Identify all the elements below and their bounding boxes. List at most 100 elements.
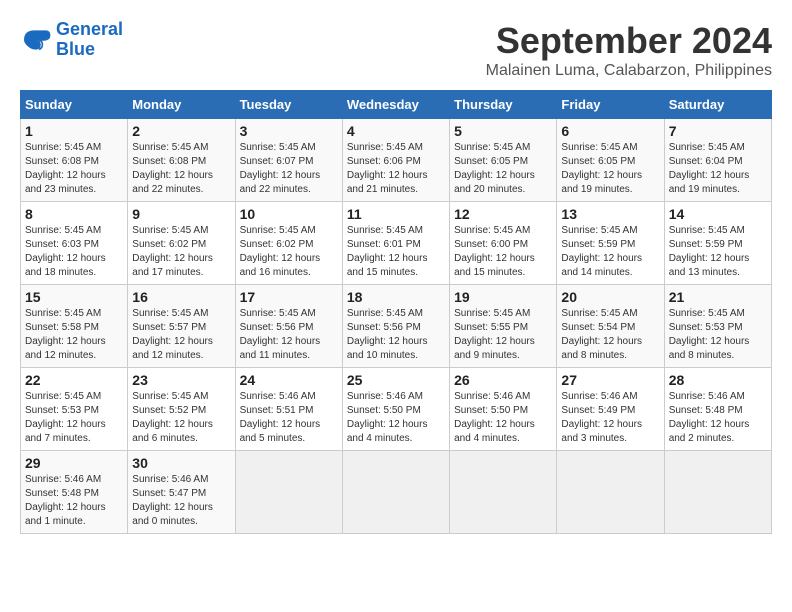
calendar-cell: 7 Sunrise: 5:45 AM Sunset: 6:04 PM Dayli… <box>664 119 771 202</box>
calendar-cell: 5 Sunrise: 5:45 AM Sunset: 6:05 PM Dayli… <box>450 119 557 202</box>
day-number: 18 <box>347 289 445 305</box>
day-info: Sunrise: 5:46 AM Sunset: 5:48 PM Dayligh… <box>669 390 767 446</box>
day-info: Sunrise: 5:45 AM Sunset: 6:08 PM Dayligh… <box>25 141 123 197</box>
day-number: 20 <box>561 289 659 305</box>
calendar-cell: 24 Sunrise: 5:46 AM Sunset: 5:51 PM Dayl… <box>235 368 342 451</box>
day-number: 26 <box>454 372 552 388</box>
calendar-cell: 11 Sunrise: 5:45 AM Sunset: 6:01 PM Dayl… <box>342 202 449 285</box>
day-info: Sunrise: 5:45 AM Sunset: 5:57 PM Dayligh… <box>132 307 230 363</box>
day-info: Sunrise: 5:45 AM Sunset: 6:07 PM Dayligh… <box>240 141 338 197</box>
day-number: 14 <box>669 206 767 222</box>
day-info: Sunrise: 5:45 AM Sunset: 6:03 PM Dayligh… <box>25 224 123 280</box>
calendar-cell <box>342 451 449 534</box>
calendar-cell: 16 Sunrise: 5:45 AM Sunset: 5:57 PM Dayl… <box>128 285 235 368</box>
day-number: 19 <box>454 289 552 305</box>
day-number: 27 <box>561 372 659 388</box>
day-info: Sunrise: 5:45 AM Sunset: 6:01 PM Dayligh… <box>347 224 445 280</box>
day-info: Sunrise: 5:45 AM Sunset: 6:06 PM Dayligh… <box>347 141 445 197</box>
day-number: 22 <box>25 372 123 388</box>
page-header: General Blue September 2024 Malainen Lum… <box>20 20 772 80</box>
calendar-week-3: 15 Sunrise: 5:45 AM Sunset: 5:58 PM Dayl… <box>21 285 772 368</box>
day-info: Sunrise: 5:45 AM Sunset: 5:53 PM Dayligh… <box>25 390 123 446</box>
title-section: September 2024 Malainen Luma, Calabarzon… <box>486 20 772 80</box>
calendar-cell: 17 Sunrise: 5:45 AM Sunset: 5:56 PM Dayl… <box>235 285 342 368</box>
day-info: Sunrise: 5:46 AM Sunset: 5:51 PM Dayligh… <box>240 390 338 446</box>
calendar-cell <box>557 451 664 534</box>
day-number: 12 <box>454 206 552 222</box>
calendar-cell: 30 Sunrise: 5:46 AM Sunset: 5:47 PM Dayl… <box>128 451 235 534</box>
calendar-cell: 12 Sunrise: 5:45 AM Sunset: 6:00 PM Dayl… <box>450 202 557 285</box>
calendar-week-4: 22 Sunrise: 5:45 AM Sunset: 5:53 PM Dayl… <box>21 368 772 451</box>
calendar-cell: 8 Sunrise: 5:45 AM Sunset: 6:03 PM Dayli… <box>21 202 128 285</box>
day-number: 24 <box>240 372 338 388</box>
day-info: Sunrise: 5:45 AM Sunset: 5:59 PM Dayligh… <box>561 224 659 280</box>
calendar-cell: 26 Sunrise: 5:46 AM Sunset: 5:50 PM Dayl… <box>450 368 557 451</box>
calendar-header-row: SundayMondayTuesdayWednesdayThursdayFrid… <box>21 91 772 119</box>
day-number: 25 <box>347 372 445 388</box>
calendar-cell: 9 Sunrise: 5:45 AM Sunset: 6:02 PM Dayli… <box>128 202 235 285</box>
header-tuesday: Tuesday <box>235 91 342 119</box>
day-number: 2 <box>132 123 230 139</box>
day-info: Sunrise: 5:45 AM Sunset: 6:04 PM Dayligh… <box>669 141 767 197</box>
day-info: Sunrise: 5:45 AM Sunset: 5:56 PM Dayligh… <box>347 307 445 363</box>
header-monday: Monday <box>128 91 235 119</box>
calendar-cell: 18 Sunrise: 5:45 AM Sunset: 5:56 PM Dayl… <box>342 285 449 368</box>
day-number: 3 <box>240 123 338 139</box>
day-number: 10 <box>240 206 338 222</box>
calendar-cell: 19 Sunrise: 5:45 AM Sunset: 5:55 PM Dayl… <box>450 285 557 368</box>
logo-text: General Blue <box>56 20 123 60</box>
day-info: Sunrise: 5:45 AM Sunset: 5:55 PM Dayligh… <box>454 307 552 363</box>
calendar-cell: 15 Sunrise: 5:45 AM Sunset: 5:58 PM Dayl… <box>21 285 128 368</box>
day-info: Sunrise: 5:45 AM Sunset: 5:52 PM Dayligh… <box>132 390 230 446</box>
day-info: Sunrise: 5:45 AM Sunset: 5:54 PM Dayligh… <box>561 307 659 363</box>
calendar-table: SundayMondayTuesdayWednesdayThursdayFrid… <box>20 90 772 534</box>
header-friday: Friday <box>557 91 664 119</box>
day-info: Sunrise: 5:45 AM Sunset: 6:05 PM Dayligh… <box>454 141 552 197</box>
calendar-cell: 27 Sunrise: 5:46 AM Sunset: 5:49 PM Dayl… <box>557 368 664 451</box>
location-title: Malainen Luma, Calabarzon, Philippines <box>486 62 772 80</box>
day-info: Sunrise: 5:45 AM Sunset: 6:02 PM Dayligh… <box>132 224 230 280</box>
day-number: 29 <box>25 455 123 471</box>
day-number: 15 <box>25 289 123 305</box>
day-info: Sunrise: 5:45 AM Sunset: 5:53 PM Dayligh… <box>669 307 767 363</box>
day-number: 9 <box>132 206 230 222</box>
day-info: Sunrise: 5:46 AM Sunset: 5:50 PM Dayligh… <box>347 390 445 446</box>
day-info: Sunrise: 5:45 AM Sunset: 5:56 PM Dayligh… <box>240 307 338 363</box>
calendar-cell: 3 Sunrise: 5:45 AM Sunset: 6:07 PM Dayli… <box>235 119 342 202</box>
day-number: 30 <box>132 455 230 471</box>
calendar-cell: 23 Sunrise: 5:45 AM Sunset: 5:52 PM Dayl… <box>128 368 235 451</box>
day-info: Sunrise: 5:45 AM Sunset: 5:58 PM Dayligh… <box>25 307 123 363</box>
calendar-week-5: 29 Sunrise: 5:46 AM Sunset: 5:48 PM Dayl… <box>21 451 772 534</box>
calendar-cell: 21 Sunrise: 5:45 AM Sunset: 5:53 PM Dayl… <box>664 285 771 368</box>
calendar-cell: 22 Sunrise: 5:45 AM Sunset: 5:53 PM Dayl… <box>21 368 128 451</box>
day-number: 17 <box>240 289 338 305</box>
day-number: 11 <box>347 206 445 222</box>
logo-line1: General <box>56 19 123 39</box>
calendar-cell: 29 Sunrise: 5:46 AM Sunset: 5:48 PM Dayl… <box>21 451 128 534</box>
day-number: 16 <box>132 289 230 305</box>
header-sunday: Sunday <box>21 91 128 119</box>
day-number: 13 <box>561 206 659 222</box>
calendar-cell <box>235 451 342 534</box>
day-info: Sunrise: 5:45 AM Sunset: 6:05 PM Dayligh… <box>561 141 659 197</box>
day-info: Sunrise: 5:45 AM Sunset: 5:59 PM Dayligh… <box>669 224 767 280</box>
logo-icon <box>20 24 52 56</box>
calendar-cell: 4 Sunrise: 5:45 AM Sunset: 6:06 PM Dayli… <box>342 119 449 202</box>
calendar-week-1: 1 Sunrise: 5:45 AM Sunset: 6:08 PM Dayli… <box>21 119 772 202</box>
logo-line2: Blue <box>56 39 95 59</box>
calendar-cell: 6 Sunrise: 5:45 AM Sunset: 6:05 PM Dayli… <box>557 119 664 202</box>
calendar-cell: 28 Sunrise: 5:46 AM Sunset: 5:48 PM Dayl… <box>664 368 771 451</box>
day-number: 4 <box>347 123 445 139</box>
day-info: Sunrise: 5:46 AM Sunset: 5:50 PM Dayligh… <box>454 390 552 446</box>
calendar-cell: 10 Sunrise: 5:45 AM Sunset: 6:02 PM Dayl… <box>235 202 342 285</box>
day-number: 5 <box>454 123 552 139</box>
calendar-week-2: 8 Sunrise: 5:45 AM Sunset: 6:03 PM Dayli… <box>21 202 772 285</box>
day-number: 1 <box>25 123 123 139</box>
day-number: 6 <box>561 123 659 139</box>
calendar-cell: 1 Sunrise: 5:45 AM Sunset: 6:08 PM Dayli… <box>21 119 128 202</box>
day-number: 28 <box>669 372 767 388</box>
day-info: Sunrise: 5:46 AM Sunset: 5:49 PM Dayligh… <box>561 390 659 446</box>
header-saturday: Saturday <box>664 91 771 119</box>
calendar-cell: 20 Sunrise: 5:45 AM Sunset: 5:54 PM Dayl… <box>557 285 664 368</box>
logo: General Blue <box>20 20 123 60</box>
